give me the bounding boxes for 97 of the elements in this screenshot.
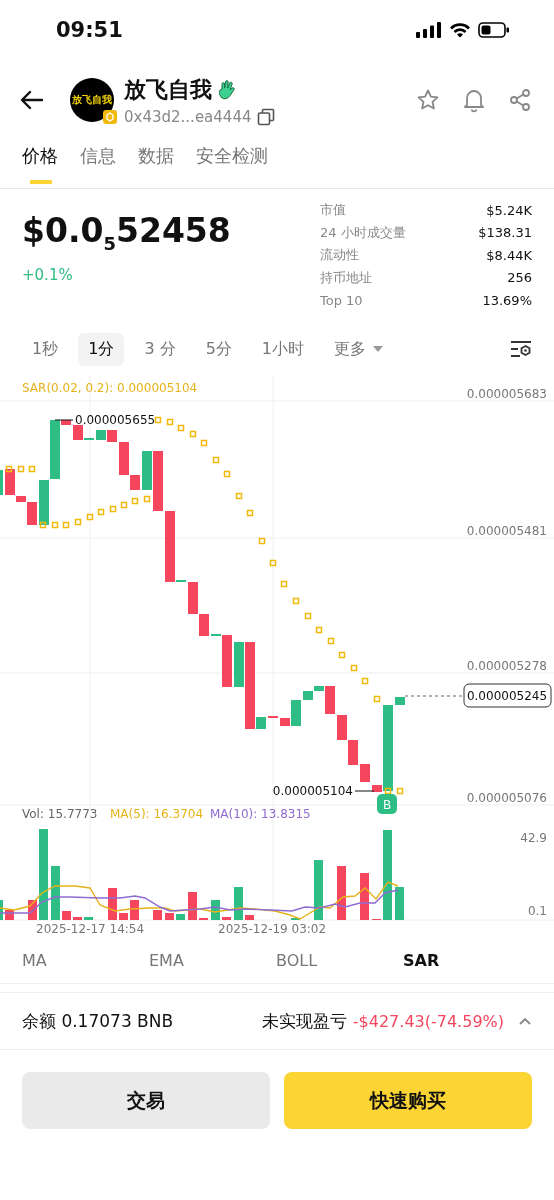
- candle: [96, 430, 106, 440]
- volume-axis-label: 42.9: [520, 831, 547, 845]
- stat-value: $5.24K: [486, 202, 532, 218]
- time-axis-label: 2025-12-17 14:54: [36, 922, 145, 936]
- leader-line: [54, 419, 74, 421]
- volume-bar: [314, 860, 323, 920]
- copy-icon[interactable]: [257, 107, 276, 126]
- leader-line: [354, 790, 375, 792]
- volume-bar: [62, 911, 71, 920]
- battery-icon: [478, 22, 510, 38]
- price-change: +0.1%: [22, 265, 74, 284]
- candle: [395, 697, 405, 705]
- star-icon[interactable]: [416, 88, 440, 112]
- volume-bar: [176, 914, 185, 920]
- stat-value: 256: [507, 270, 532, 286]
- price-axis-label: 0.000005076: [466, 791, 547, 805]
- price-line: [404, 695, 465, 697]
- stat-label: 市值: [320, 201, 346, 220]
- sar-indicator-label: SAR(0.02, 0.2): 0.000005104: [22, 381, 198, 395]
- pnl-label: 未实现盈亏: [261, 1009, 347, 1033]
- candle: [39, 480, 49, 525]
- token-price: $0.0$_{5}$52458: [22, 210, 231, 254]
- wifi-icon: [449, 22, 471, 38]
- trade-button[interactable]: 交易: [22, 1072, 270, 1129]
- tab[interactable]: 安全检测: [196, 140, 268, 184]
- chain-badge-icon: [103, 110, 117, 124]
- volume-bar: [245, 915, 254, 920]
- ma5-label: MA(5): 16.3704: [110, 807, 204, 821]
- waving-hand-icon: [218, 79, 236, 100]
- stat-label: Top 10: [320, 292, 363, 308]
- time-axis-label: 2025-12-19 03:02: [218, 922, 327, 936]
- current-price-tag: 0.000005245: [463, 683, 552, 708]
- status-time: 09:51: [56, 18, 123, 42]
- indicator-tab[interactable]: EMA: [149, 950, 276, 970]
- signal-icon: [416, 22, 442, 38]
- token-name: 放飞自我: [124, 75, 212, 104]
- price-axis-label: 0.000005278: [466, 659, 547, 673]
- volume-bar: [119, 913, 128, 920]
- indicator-tab[interactable]: BOLL: [276, 950, 403, 970]
- balance-text: 余额 0.17073 BNB: [22, 1009, 174, 1033]
- candle: [348, 740, 358, 765]
- high-price-label: 0.000005655: [75, 413, 156, 427]
- volume-bar: [360, 873, 369, 920]
- interval-tab[interactable]: 1分: [78, 332, 125, 366]
- tab[interactable]: 数据: [138, 140, 174, 184]
- volume-bar: [5, 910, 14, 920]
- volume-bar: [337, 866, 346, 920]
- stat-value: 13.69%: [482, 292, 532, 308]
- interval-tab[interactable]: 5分: [195, 332, 242, 366]
- indicator-tab[interactable]: MA: [22, 950, 149, 970]
- low-price-label: 0.000005104: [272, 784, 353, 798]
- buy-signal-marker: B: [377, 794, 397, 814]
- stat-value: $8.44K: [486, 247, 532, 263]
- candle: [337, 715, 347, 740]
- indicator-tab[interactable]: SAR: [403, 950, 530, 970]
- volume-bar: [188, 892, 197, 920]
- volume-bar: [28, 900, 37, 920]
- interval-tab[interactable]: 1小时: [251, 332, 314, 366]
- bell-icon[interactable]: [462, 87, 486, 113]
- ma10-label: MA(10): 13.8315: [210, 807, 311, 821]
- volume-bar: [73, 917, 82, 920]
- price-axis-label: 0.000005683: [466, 387, 547, 401]
- volume-label: Vol: 15.7773: [22, 807, 98, 821]
- volume-bar: [165, 913, 174, 920]
- candle: [360, 764, 370, 782]
- share-icon[interactable]: [508, 88, 532, 112]
- stat-label: 24 小时成交量: [320, 223, 406, 242]
- interval-tab[interactable]: 3 分: [134, 332, 186, 366]
- interval-tab[interactable]: 1秒: [22, 332, 69, 366]
- volume-bar: [108, 888, 117, 920]
- stat-value: $138.31: [478, 225, 532, 241]
- tab[interactable]: 信息: [80, 140, 116, 184]
- stat-label: 持币地址: [320, 268, 372, 287]
- candle: [107, 430, 117, 442]
- caret-icon: [372, 345, 384, 353]
- volume-bar: [211, 900, 220, 920]
- volume-bar: [130, 900, 139, 920]
- contract-address: 0x43d2...ea4444: [124, 107, 252, 126]
- back-arrow-icon[interactable]: [20, 90, 44, 110]
- token-avatar: 放飞自我: [70, 78, 114, 122]
- volume-bar: [234, 887, 243, 920]
- volume-axis-label: 0.1: [527, 904, 547, 918]
- volume-bar: [84, 917, 93, 920]
- volume-bar: [222, 917, 231, 920]
- volume-bar: [51, 866, 60, 920]
- more-intervals-dropdown[interactable]: 更多: [324, 332, 394, 366]
- stat-label: 流动性: [320, 246, 359, 265]
- volume-bar: [153, 910, 162, 920]
- candle: [0, 470, 3, 495]
- tab[interactable]: 价格: [22, 140, 58, 184]
- volume-bar: [0, 900, 3, 920]
- chart-settings-icon[interactable]: [510, 340, 532, 358]
- quick-buy-button[interactable]: 快速购买: [284, 1072, 532, 1129]
- volume-bar: [395, 887, 404, 920]
- price-axis-label: 0.000005481: [466, 524, 547, 538]
- pnl-value: -$427.43(-74.59%): [352, 1011, 504, 1031]
- chevron-up-icon[interactable]: [518, 1016, 532, 1026]
